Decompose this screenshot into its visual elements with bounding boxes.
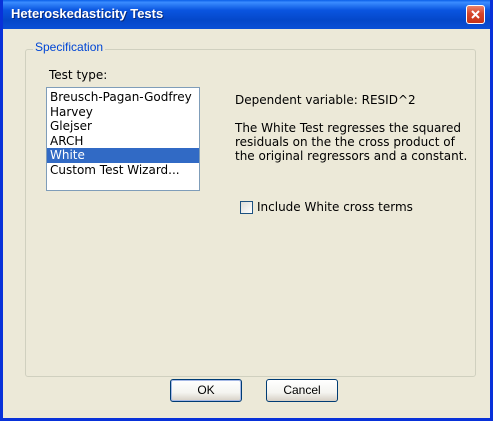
close-button[interactable] — [466, 5, 485, 24]
test-type-label: Test type: — [49, 68, 108, 82]
list-item-arch[interactable]: ARCH — [47, 134, 199, 149]
list-item-breusch-pagan-godfrey[interactable]: Breusch-Pagan-Godfrey — [47, 90, 199, 105]
window-title: Heteroskedasticity Tests — [11, 6, 164, 21]
description-line-1: The White Test regresses the squared — [235, 121, 461, 135]
test-description: The White Test regresses the squared res… — [235, 121, 470, 163]
list-item-custom-test-wizard[interactable]: Custom Test Wizard... — [47, 163, 199, 178]
test-type-listbox[interactable]: Breusch-Pagan-Godfrey Harvey Glejser ARC… — [46, 87, 200, 191]
list-item-glejser[interactable]: Glejser — [47, 119, 199, 134]
dependent-variable-text: Dependent variable: RESID^2 — [235, 93, 416, 107]
list-item-harvey[interactable]: Harvey — [47, 105, 199, 120]
title-bar[interactable]: Heteroskedasticity Tests — [3, 0, 490, 29]
description-line-3: the original regressors and a constant. — [235, 149, 468, 163]
cross-terms-checkbox[interactable] — [240, 200, 253, 214]
specification-label: Specification — [33, 40, 106, 54]
ok-button[interactable]: OK — [170, 379, 242, 402]
list-item-white[interactable]: White — [47, 148, 199, 163]
heteroskedasticity-dialog: Heteroskedasticity Tests Specification T… — [0, 0, 493, 421]
description-line-2: residuals on the the cross product of — [235, 135, 455, 149]
cross-terms-option[interactable]: Include White cross terms — [240, 200, 413, 214]
cancel-button[interactable]: Cancel — [266, 379, 338, 402]
cross-terms-label[interactable]: Include White cross terms — [257, 200, 413, 214]
close-icon — [471, 10, 480, 19]
